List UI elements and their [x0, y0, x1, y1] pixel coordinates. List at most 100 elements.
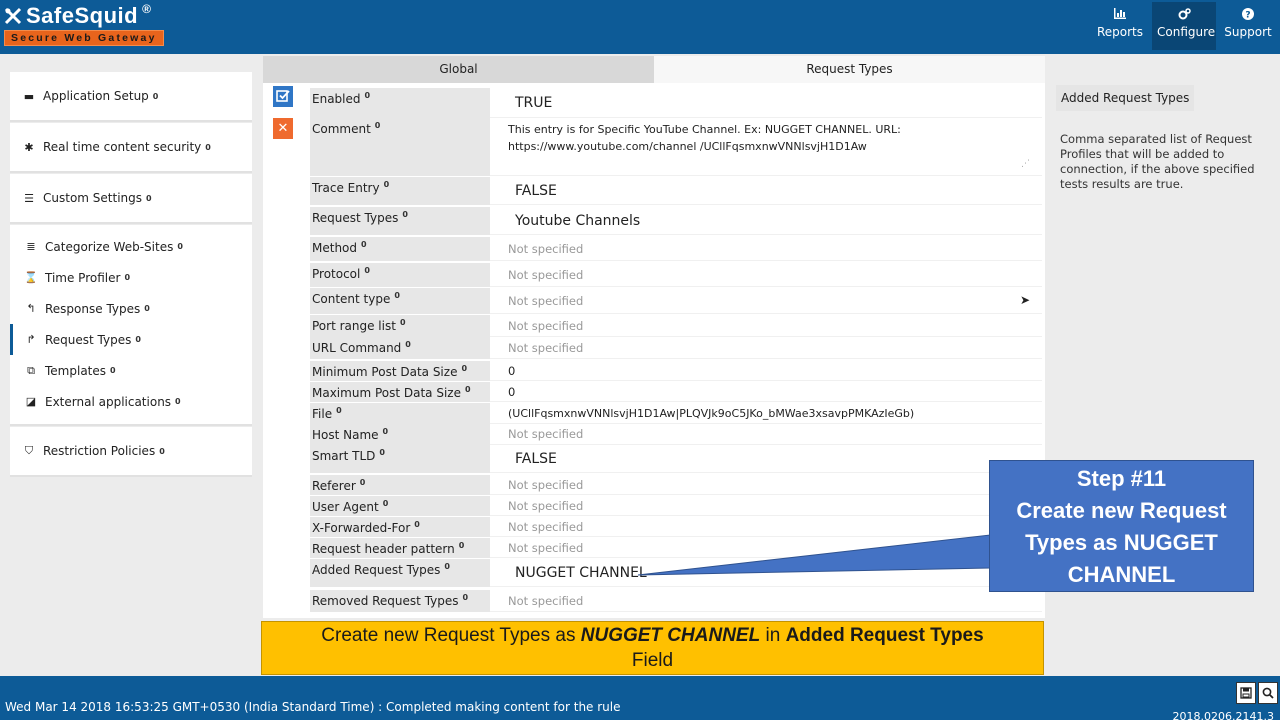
info-icon[interactable]: 0	[361, 240, 367, 249]
added-request-types-value[interactable]: NUGGET CHANNEL	[490, 559, 1042, 587]
field-label: URL Command 0	[310, 337, 490, 359]
min-post-value[interactable]: 0	[490, 361, 1042, 381]
method-value[interactable]: Not specified	[490, 237, 1042, 261]
sidebar-item-response-types[interactable]: ↰ Response Types 0	[10, 293, 252, 324]
reply-icon: ↰	[26, 302, 36, 315]
info-icon[interactable]: 0	[177, 242, 183, 251]
hourglass-icon: ⌛	[24, 271, 38, 284]
info-icon[interactable]: 0	[402, 210, 408, 219]
protocol-value[interactable]: Not specified	[490, 263, 1042, 287]
info-icon[interactable]: 0	[360, 478, 366, 487]
help-text: Comma separated list of Request Profiles…	[1060, 132, 1255, 191]
info-icon[interactable]: 0	[159, 447, 165, 456]
info-icon[interactable]: 0	[365, 91, 371, 100]
info-icon[interactable]: 0	[400, 318, 406, 327]
sidebar-item-application-setup[interactable]: ▬ Application Setup 0	[10, 72, 252, 120]
comment-textarea[interactable]: This entry is for Specific YouTube Chann…	[490, 118, 1042, 176]
field-label: Protocol 0	[310, 263, 490, 287]
field-label: Port range list 0	[310, 315, 490, 337]
referer-value[interactable]: Not specified	[490, 475, 1042, 495]
cogs-icon	[1157, 8, 1211, 22]
enable-toggle-button[interactable]	[273, 86, 293, 107]
field-label: Comment 0	[310, 118, 490, 176]
info-icon[interactable]: 0	[146, 194, 152, 203]
info-icon[interactable]: 0	[383, 427, 389, 436]
content-type-value[interactable]: Not specified ➤	[490, 288, 1042, 314]
user-agent-value[interactable]: Not specified	[490, 496, 1042, 516]
url-command-value[interactable]: Not specified	[490, 337, 1042, 359]
sidebar-item-label: Categorize Web-Sites	[45, 239, 174, 254]
send-icon[interactable]: ➤	[1020, 293, 1030, 307]
info-icon[interactable]: 0	[110, 366, 116, 375]
info-icon[interactable]: 0	[461, 364, 467, 373]
callout-line: Step #11	[1076, 466, 1167, 491]
nav-configure[interactable]: Configure	[1152, 2, 1216, 50]
nav-reports[interactable]: Reports	[1088, 2, 1152, 50]
x-forwarded-value[interactable]: Not specified	[490, 517, 1042, 537]
info-icon[interactable]: 0	[364, 266, 370, 275]
delete-entry-button[interactable]: ✕	[273, 118, 293, 139]
info-icon[interactable]: 0	[414, 520, 420, 529]
info-icon[interactable]: 0	[153, 92, 159, 101]
tab-request-types[interactable]: Request Types	[654, 56, 1045, 83]
port-range-value[interactable]: Not specified	[490, 315, 1042, 337]
field-label-text: Content type	[312, 292, 391, 306]
squid-logo-icon	[4, 7, 22, 25]
field-label-text: File	[312, 407, 333, 421]
info-icon[interactable]: 0	[135, 335, 141, 344]
info-icon[interactable]: 0	[336, 406, 342, 415]
callout-line: Types as NUGGET	[1025, 530, 1218, 555]
field-label-text: Comment	[312, 122, 371, 136]
info-icon[interactable]: 0	[465, 385, 471, 394]
field-smart-tld: Smart TLD 0 FALSE	[310, 445, 1042, 473]
info-icon[interactable]: 0	[394, 291, 400, 300]
top-header: SafeSquid ® Secure Web Gateway Reports Co…	[0, 0, 1280, 54]
info-icon[interactable]: 0	[405, 340, 411, 349]
file-value[interactable]: (UCllFqsmxnwVNNlsvjH1D1Aw|PLQVJk9oC5JKo_…	[490, 403, 1042, 424]
info-icon[interactable]: 0	[463, 593, 469, 602]
search-button[interactable]	[1258, 682, 1278, 704]
max-post-value[interactable]: 0	[490, 382, 1042, 402]
nav-support[interactable]: ? Support	[1216, 2, 1280, 50]
sidebar-item-label: Application Setup	[43, 89, 149, 103]
sidebar-item-templates[interactable]: ⧉ Templates 0	[10, 355, 252, 386]
info-icon[interactable]: 0	[375, 121, 381, 130]
version-text: 2018.0206.2141.3	[1172, 710, 1274, 720]
app-tagline: Secure Web Gateway	[4, 30, 164, 46]
info-icon[interactable]: 0	[124, 273, 130, 282]
info-icon[interactable]: 0	[444, 562, 450, 571]
sidebar-item-request-types[interactable]: ↱ Request Types 0	[10, 324, 252, 355]
smart-tld-value[interactable]: FALSE	[490, 445, 1042, 473]
sidebar-item-restriction-policies[interactable]: ⛉ Restriction Policies 0	[10, 427, 252, 475]
info-icon[interactable]: 0	[175, 397, 181, 406]
request-header-value[interactable]: Not specified	[490, 538, 1042, 558]
sidebar-item-label: Templates	[45, 363, 107, 378]
safesquid-logo[interactable]: SafeSquid ® Secure Web Gateway	[4, 2, 164, 46]
banner-text: Field	[631, 650, 674, 671]
field-min-post-size: Minimum Post Data Size 0 0	[310, 361, 1042, 381]
info-icon[interactable]: 0	[379, 448, 385, 457]
info-icon[interactable]: 0	[383, 499, 389, 508]
trace-entry-value[interactable]: FALSE	[490, 177, 1042, 205]
field-label-text: Enabled	[312, 92, 361, 106]
sidebar-item-label: External applications	[45, 394, 172, 409]
sidebar-item-time-profiler[interactable]: ⌛ Time Profiler 0	[10, 262, 252, 293]
sidebar-item-custom-settings[interactable]: ☰ Custom Settings 0	[10, 174, 252, 222]
info-icon[interactable]: 0	[205, 143, 211, 152]
sidebar-item-realtime-security[interactable]: ✱ Real time content security 0	[10, 123, 252, 171]
field-label: Host Name 0	[310, 424, 490, 445]
field-label-text: Request header pattern	[312, 542, 455, 556]
host-name-value[interactable]: Not specified	[490, 424, 1042, 445]
save-button[interactable]	[1236, 682, 1256, 704]
info-icon[interactable]: 0	[144, 304, 150, 313]
sidebar-item-external-applications[interactable]: ◪ External applications 0	[10, 386, 252, 417]
info-icon[interactable]: 0	[384, 180, 390, 189]
info-icon[interactable]: 0	[459, 541, 465, 550]
request-types-value[interactable]: Youtube Channels	[490, 207, 1042, 235]
enabled-value[interactable]: TRUE	[490, 88, 1042, 118]
tab-global[interactable]: Global	[263, 56, 654, 83]
removed-request-types-value[interactable]: Not specified	[490, 590, 1042, 612]
sidebar-item-categorize-websites[interactable]: ≣ Categorize Web-Sites 0	[10, 231, 252, 262]
search-icon	[1262, 687, 1274, 699]
resize-handle-icon[interactable]: ⋰	[1021, 156, 1030, 173]
